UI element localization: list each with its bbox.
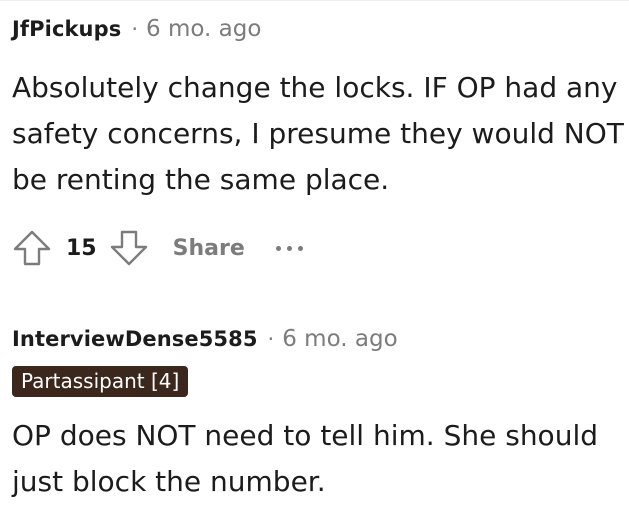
comment-body: OP does NOT need to tell him. She should…: [12, 419, 598, 498]
comment-meta: JfPickups · 6 mo. ago: [12, 14, 624, 44]
upvote-button[interactable]: [12, 228, 52, 268]
more-dot: [297, 245, 303, 251]
meta-separator: ·: [267, 327, 275, 351]
top-divider: [0, 0, 629, 1]
comment-timestamp[interactable]: 6 mo. ago: [146, 16, 261, 42]
share-button[interactable]: Share: [173, 236, 245, 261]
comment-actions: 15 Share: [12, 225, 624, 271]
downvote-arrow-icon: [110, 230, 147, 266]
upvote-arrow-icon: [13, 230, 51, 266]
comment: JfPickups · 6 mo. ago Absolutely change …: [12, 14, 624, 271]
vote-score: 15: [66, 235, 97, 261]
user-flair: Partassipant [4]: [12, 366, 189, 397]
comment-body: Absolutely change the locks. IF OP had a…: [12, 71, 624, 196]
comment: InterviewDense5585 · 6 mo. ago Partassip…: [12, 324, 624, 505]
comment-meta: InterviewDense5585 · 6 mo. ago: [12, 324, 624, 354]
meta-separator: ·: [131, 17, 139, 41]
downvote-button[interactable]: [109, 228, 149, 268]
more-options-icon[interactable]: [275, 243, 309, 253]
more-dot: [275, 245, 281, 251]
comment-timestamp[interactable]: 6 mo. ago: [282, 326, 397, 352]
comment-author[interactable]: JfPickups: [12, 17, 121, 41]
comment-author[interactable]: InterviewDense5585: [12, 327, 258, 351]
more-dot: [286, 245, 292, 251]
